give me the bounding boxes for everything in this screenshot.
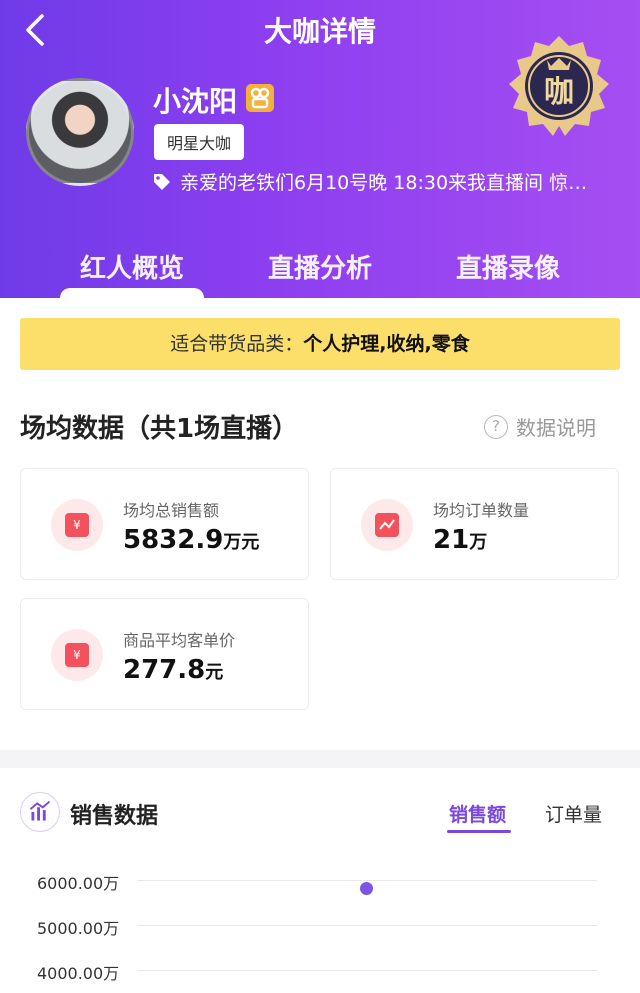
grid-line: [137, 925, 597, 926]
stat-label: 场均总销售额: [123, 501, 220, 520]
celebrity-tag: 明星大咖: [154, 124, 245, 160]
stat-value: 277.8元: [123, 655, 224, 685]
profile-name: 小沈阳: [153, 85, 238, 118]
tab-order-count[interactable]: 订单量: [545, 800, 602, 827]
avatar: [26, 78, 134, 186]
y-tick-label: 6000.00万: [37, 874, 120, 893]
seal-text: 咖: [544, 75, 574, 110]
data-point[interactable]: [360, 881, 373, 895]
tab-live-analysis[interactable]: 直播分析: [220, 248, 420, 285]
grid-line: [137, 880, 597, 881]
grid-line: [137, 970, 597, 971]
live-notice[interactable]: 亲爱的老铁们6月10号晚 18:30来我直播间 惊…: [152, 168, 612, 195]
ticket-icon: ¥: [51, 629, 103, 681]
order-chart-icon: [361, 499, 413, 551]
question-icon: ?: [484, 414, 508, 439]
section-divider: [0, 750, 640, 768]
bar-chart-icon: [20, 792, 60, 832]
category-value: 个人护理,收纳,零食: [303, 333, 470, 355]
stat-card-sales: ¥ 场均总销售额 5832.9万元: [20, 468, 309, 580]
sales-section: 销售数据 销售额 订单量 6000.00万 5000.00万 4000.00万: [0, 768, 640, 993]
category-banner: 适合带货品类：个人护理,收纳,零食: [20, 318, 620, 370]
y-tick-label: 4000.00万: [37, 964, 120, 983]
tab-sales-amount[interactable]: 销售额: [449, 800, 506, 827]
stat-value: 5832.9万元: [123, 525, 260, 555]
tag-icon: [154, 173, 170, 190]
y-tick-label: 5000.00万: [37, 919, 120, 938]
profile-header: 大咖详情 小沈阳 明星大咖 亲爱的老铁们6月10号晚 18:30来我直播间 惊……: [0, 0, 640, 298]
tab-live-replay[interactable]: 直播录像: [408, 248, 608, 285]
data-help-label: 数据说明: [516, 416, 596, 440]
money-bag-icon: ¥: [51, 499, 103, 551]
sales-tab-indicator: [447, 830, 511, 833]
live-notice-text: 亲爱的老铁们6月10号晚 18:30来我直播间 惊…: [180, 172, 588, 194]
active-tab-indicator: [60, 288, 204, 298]
platform-badge-icon: [246, 84, 274, 112]
big-star-seal-icon: 咖: [509, 36, 609, 136]
tab-overview[interactable]: 红人概览: [32, 248, 232, 285]
overview-panel: 适合带货品类：个人护理,收纳,零食 场均数据（共1场直播） ? 数据说明 ¥ 场…: [0, 298, 640, 750]
stat-value: 21万: [433, 525, 488, 555]
stat-card-avg-price: ¥ 商品平均客单价 277.8元: [20, 598, 309, 710]
sales-title: 销售数据: [70, 804, 159, 829]
main-tabs: 红人概览 直播分析 直播录像: [0, 244, 640, 298]
section-title: 场均数据（共1场直播）: [20, 414, 299, 444]
category-prefix: 适合带货品类：: [170, 333, 304, 355]
data-help-link[interactable]: ? 数据说明: [484, 412, 596, 441]
stat-card-orders: 场均订单数量 21万: [330, 468, 619, 580]
stat-label: 商品平均客单价: [123, 631, 236, 650]
stat-label: 场均订单数量: [433, 501, 530, 520]
